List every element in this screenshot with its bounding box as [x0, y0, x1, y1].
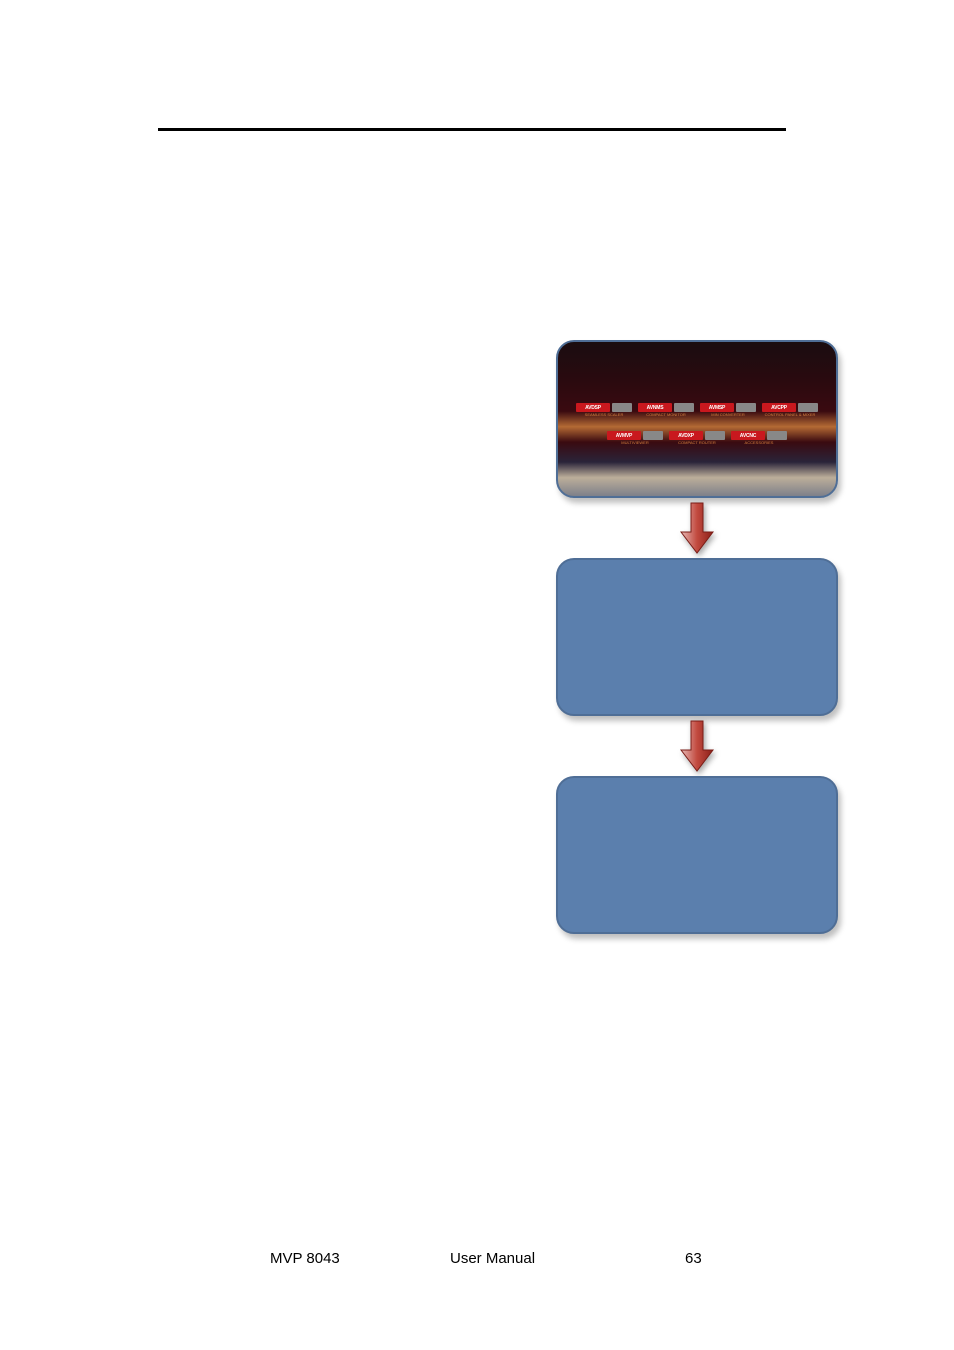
tile-badge: AVCNC — [731, 431, 765, 440]
tile-badge-label: AVCNC — [740, 433, 756, 439]
arrow-down-wrap — [556, 498, 838, 558]
tile-thumb — [798, 403, 818, 412]
footer-model: MVP 8043 — [270, 1250, 340, 1267]
tile-badge-label: AVMSP — [709, 405, 725, 411]
diagram-card-middle — [556, 558, 838, 716]
header-rule — [158, 128, 786, 131]
tile-badge: AVDXP — [669, 431, 703, 440]
tile-badge-label: AVNMS — [647, 405, 664, 411]
tile-badge: AVCPP — [762, 403, 796, 412]
tile-subtitle: COMPACT ROUTER — [678, 440, 716, 445]
product-tile: AVMSP MIN CONVERTER — [698, 398, 758, 422]
tile-thumb — [612, 403, 632, 412]
tile-badge-label: AVDSP — [585, 405, 601, 411]
tile-row-top: AVDSP SEAMLESS SCALER AVNMS COMPACT MONI… — [566, 398, 828, 422]
tile-badge: AVDSP — [576, 403, 610, 412]
tile-badge: AVMVP — [607, 431, 641, 440]
tile-badge: AVMSP — [700, 403, 734, 412]
arrow-down-icon — [677, 720, 717, 772]
product-tile: AVDXP COMPACT ROUTER — [667, 426, 727, 450]
tile-thumb — [767, 431, 787, 440]
tile-badge: AVNMS — [638, 403, 672, 412]
diagram-card-image: AVDSP SEAMLESS SCALER AVNMS COMPACT MONI… — [556, 340, 838, 498]
tile-subtitle: CONTROL PANEL & MIXER — [765, 412, 816, 417]
product-tiles: AVDSP SEAMLESS SCALER AVNMS COMPACT MONI… — [566, 350, 828, 488]
tile-subtitle: MULTIVIEWER — [621, 440, 648, 445]
tile-badge-label: AVMVP — [616, 433, 632, 439]
tile-badge-label: AVCPP — [771, 405, 787, 411]
tile-subtitle: ACCESSORIES — [745, 440, 774, 445]
product-tile: AVDSP SEAMLESS SCALER — [574, 398, 634, 422]
product-tile: AVNMS COMPACT MONITOR — [636, 398, 696, 422]
footer-page-number: 63 — [685, 1250, 702, 1267]
tile-row-bottom: AVMVP MULTIVIEWER AVDXP COMPACT ROUTER — [566, 426, 828, 450]
tile-subtitle: MIN CONVERTER — [711, 412, 744, 417]
product-tile: AVCNC ACCESSORIES — [729, 426, 789, 450]
product-tile: AVCPP CONTROL PANEL & MIXER — [760, 398, 820, 422]
tile-thumb — [643, 431, 663, 440]
tile-thumb — [705, 431, 725, 440]
tile-subtitle: SEAMLESS SCALER — [585, 412, 624, 417]
document-page: AVDSP SEAMLESS SCALER AVNMS COMPACT MONI… — [0, 0, 954, 1350]
arrow-down-icon — [677, 502, 717, 554]
footer-title: User Manual — [450, 1250, 535, 1267]
flow-diagram: AVDSP SEAMLESS SCALER AVNMS COMPACT MONI… — [556, 340, 846, 934]
arrow-down-wrap — [556, 716, 838, 776]
tile-thumb — [674, 403, 694, 412]
tile-subtitle: COMPACT MONITOR — [646, 412, 686, 417]
tile-thumb — [736, 403, 756, 412]
product-tile: AVMVP MULTIVIEWER — [605, 426, 665, 450]
tile-badge-label: AVDXP — [678, 433, 694, 439]
diagram-card-bottom — [556, 776, 838, 934]
